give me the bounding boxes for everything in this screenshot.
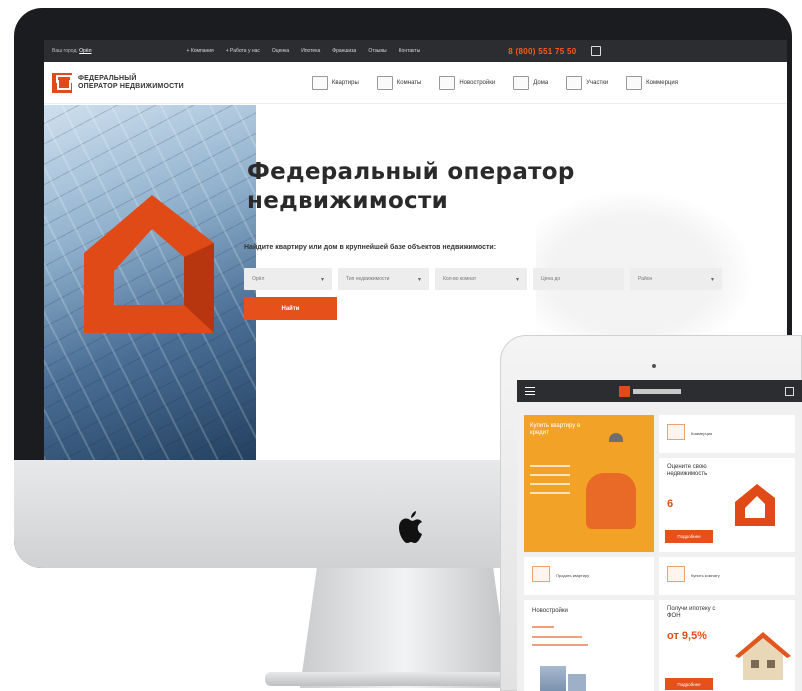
category-label: Комнаты xyxy=(396,79,422,86)
list-line xyxy=(532,626,554,628)
list-line xyxy=(532,636,582,638)
tablet-top-bar xyxy=(517,380,802,402)
tile-commercial[interactable]: Коммерция xyxy=(659,415,795,453)
category-houses[interactable]: Дома xyxy=(513,75,549,90)
new-buildings-card[interactable]: Новостройки xyxy=(524,600,654,691)
logo-line-1: ФЕДЕРАЛЬНЫЙ xyxy=(78,74,137,82)
menu-icon[interactable] xyxy=(525,387,535,395)
evaluate-property-card[interactable]: Оцените свою недвижимость 6 Подробнее xyxy=(659,458,795,552)
evaluate-price: 6 xyxy=(667,498,674,510)
top-nav-item-evaluation[interactable]: Оценка xyxy=(272,48,289,54)
chevron-down-icon: ▾ xyxy=(320,276,324,283)
city-value[interactable]: Орёл xyxy=(79,48,91,54)
new-buildings-title: Новостройки xyxy=(532,608,568,614)
category-commercial[interactable]: Коммерция xyxy=(626,75,678,90)
house-logo-graphic xyxy=(735,484,775,526)
tile-buy-room[interactable]: Купить комнату xyxy=(659,557,795,595)
mortgage-more-button[interactable]: Подробнее xyxy=(665,678,713,690)
tile-sell-apartment[interactable]: Продать квартиру xyxy=(524,557,654,595)
find-button[interactable]: Найти xyxy=(244,297,337,320)
category-label: Коммерция xyxy=(646,79,678,86)
category-label: Дома xyxy=(533,79,549,86)
commercial-icon xyxy=(626,75,643,90)
apartment-icon xyxy=(532,566,550,582)
top-nav-item-contacts[interactable]: Контакты xyxy=(399,48,421,54)
select-value: Тип недвижимости xyxy=(346,276,390,282)
city-label: Ваш город: xyxy=(52,48,78,54)
commercial-icon xyxy=(667,424,685,440)
select-value: Район xyxy=(638,276,653,282)
imac-stand xyxy=(300,568,510,688)
promo-title: Купить квартиру в кредит xyxy=(530,423,581,436)
input-placeholder: Цена до xyxy=(541,276,561,282)
top-bar: Ваш город: Орёл + Компания + Работа у на… xyxy=(44,40,787,62)
hero-title: Федеральный оператор недвижимости xyxy=(247,159,575,214)
category-label: Участки xyxy=(586,79,609,86)
select-value: Кол-во комнат xyxy=(443,276,477,282)
promo-card-buy-on-credit[interactable]: Купить квартиру в кредит xyxy=(524,415,654,552)
category-label: Квартиры xyxy=(331,79,359,86)
category-new-buildings[interactable]: Новостройки xyxy=(439,75,496,90)
room-icon xyxy=(667,566,685,582)
apple-logo-icon xyxy=(399,511,422,543)
login-icon[interactable] xyxy=(785,386,794,396)
promo-list xyxy=(530,465,570,501)
tablet-logo-icon[interactable] xyxy=(619,385,630,397)
search-filters: Орёл ▾ Тип недвижимости ▾ Кол-во комнат … xyxy=(244,268,722,290)
tablet-screen: Купить квартиру в кредит Коммерция Оцени… xyxy=(517,380,802,691)
select-value: Орёл xyxy=(252,276,265,282)
armchair-image xyxy=(586,473,636,529)
category-apartments[interactable]: Квартиры xyxy=(311,75,359,90)
mortgage-title: Получи ипотеку с ФОН xyxy=(667,606,716,619)
top-nav-item-careers[interactable]: + Работа у нас xyxy=(226,48,260,54)
evaluate-title: Оцените свою недвижимость xyxy=(667,464,708,477)
tile-label: Коммерция xyxy=(691,431,713,436)
house-icon xyxy=(513,75,530,90)
chevron-down-icon: ▾ xyxy=(417,276,421,283)
list-line xyxy=(532,644,588,646)
logo-text[interactable]: ФЕДЕРАЛЬНЫЙ ОПЕРАТОР НЕДВИЖИМОСТИ xyxy=(78,75,184,91)
lamp-image xyxy=(609,433,623,442)
hero-image xyxy=(44,105,256,460)
mortgage-card[interactable]: Получи ипотеку с ФОН от 9,5% Подробнее xyxy=(659,600,795,691)
rooms-select[interactable]: Кол-во комнат ▾ xyxy=(435,268,527,290)
top-nav-item-reviews[interactable]: Отзывы xyxy=(368,48,386,54)
chevron-down-icon: ▾ xyxy=(515,276,519,283)
new-building-icon xyxy=(439,75,456,90)
district-select[interactable]: Район ▾ xyxy=(630,268,722,290)
property-type-select[interactable]: Тип недвижимости ▾ xyxy=(338,268,429,290)
login-icon[interactable] xyxy=(590,46,601,56)
city-select[interactable]: Орёл ▾ xyxy=(244,268,332,290)
category-rooms[interactable]: Комнаты xyxy=(376,75,422,90)
land-plot-icon xyxy=(566,75,583,90)
apartment-icon xyxy=(311,75,328,90)
category-plots[interactable]: Участки xyxy=(566,75,609,90)
phone-number[interactable]: 8 (800) 551 75 50 xyxy=(508,47,576,56)
logo-line-2: ОПЕРАТОР НЕДВИЖИМОСТИ xyxy=(78,82,184,90)
main-header: ФЕДЕРАЛЬНЫЙ ОПЕРАТОР НЕДВИЖИМОСТИ Кварти… xyxy=(44,62,787,104)
tile-label: Продать квартиру xyxy=(556,573,590,578)
city-selector[interactable]: Ваш город: Орёл xyxy=(52,48,92,54)
evaluate-more-button[interactable]: Подробнее xyxy=(665,530,713,543)
ipad-camera xyxy=(652,364,656,368)
category-label: Новостройки xyxy=(459,79,496,86)
house-image xyxy=(735,632,791,680)
logo-icon[interactable] xyxy=(52,72,72,93)
max-price-input[interactable]: Цена до xyxy=(533,268,624,290)
chevron-down-icon: ▾ xyxy=(710,276,714,283)
top-nav-item-franchise[interactable]: Франшиза xyxy=(332,48,356,54)
tile-label: Купить комнату xyxy=(691,573,720,578)
top-nav-item-company[interactable]: + Компания xyxy=(187,48,214,54)
building-image xyxy=(540,666,566,691)
top-nav-item-mortgage[interactable]: Ипотека xyxy=(301,48,320,54)
building-image xyxy=(568,674,586,691)
top-nav: + Компания + Работа у нас Оценка Ипотека… xyxy=(187,48,421,54)
mortgage-rate: от 9,5% xyxy=(667,630,707,642)
tablet-logo-text[interactable] xyxy=(633,388,681,394)
hero-subtitle: Найдите квартиру или дом в крупнейшей ба… xyxy=(244,244,497,251)
house-logo-graphic xyxy=(84,195,214,333)
category-nav: Квартиры Комнаты Новостройки Дома Участк… xyxy=(311,75,678,90)
room-icon xyxy=(376,75,393,90)
